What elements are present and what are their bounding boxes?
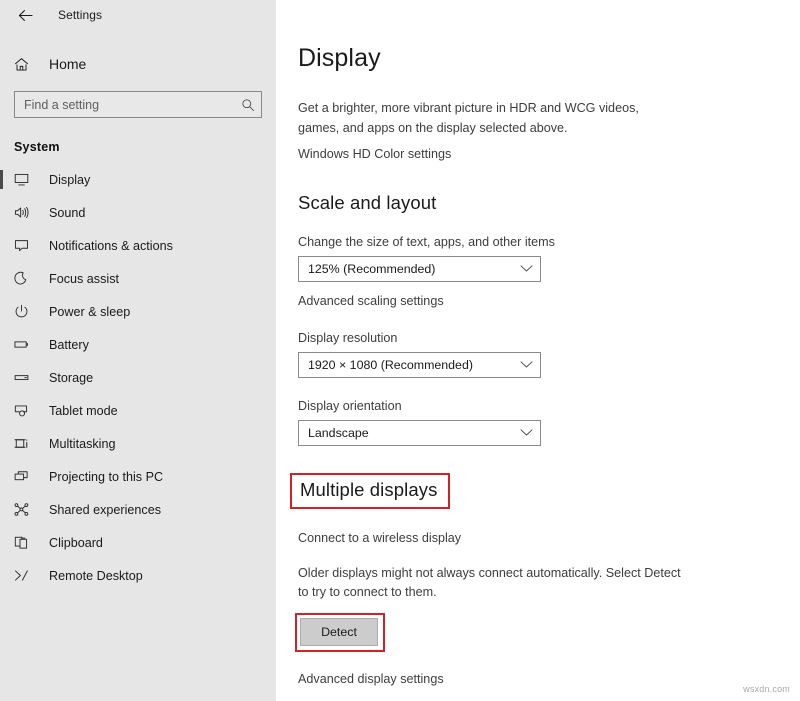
sidebar-item-focus-assist[interactable]: Focus assist	[0, 262, 276, 295]
sidebar-item-tablet-mode[interactable]: Tablet mode	[0, 394, 276, 427]
sidebar-item-battery-label: Battery	[49, 337, 89, 352]
app-title: Settings	[58, 8, 103, 22]
sidebar-item-clipboard[interactable]: Clipboard	[0, 526, 276, 559]
sidebar-item-power-sleep[interactable]: Power & sleep	[0, 295, 276, 328]
settings-window: Settings Home System	[0, 0, 800, 701]
orientation-label: Display orientation	[298, 398, 402, 413]
multitasking-icon	[14, 436, 36, 451]
sidebar-nav-list: Display Sound Notifications & actions Fo…	[0, 163, 276, 592]
sidebar-item-sound[interactable]: Sound	[0, 196, 276, 229]
search-input[interactable]	[24, 97, 241, 112]
advanced-scaling-settings-link[interactable]: Advanced scaling settings	[298, 294, 444, 308]
home-icon	[14, 57, 36, 72]
resolution-dropdown[interactable]: 1920 × 1080 (Recommended)	[298, 351, 541, 378]
sidebar-item-remote-desktop[interactable]: Remote Desktop	[0, 559, 276, 592]
remote-desktop-icon	[14, 568, 36, 583]
search-icon[interactable]	[241, 98, 255, 112]
sidebar-item-home-label: Home	[49, 56, 87, 72]
multiple-displays-heading: Multiple displays	[300, 478, 438, 500]
storage-icon	[14, 370, 36, 385]
sidebar-item-notifications-label: Notifications & actions	[49, 238, 173, 253]
sidebar-item-focus-assist-label: Focus assist	[49, 271, 119, 286]
sidebar-item-storage[interactable]: Storage	[0, 361, 276, 394]
battery-icon	[14, 337, 36, 352]
page-title: Display	[298, 44, 381, 72]
sidebar-item-multitasking[interactable]: Multitasking	[0, 427, 276, 460]
watermark: wsxdn.com	[743, 684, 790, 694]
sidebar-item-multitasking-label: Multitasking	[49, 436, 116, 451]
chevron-down-icon	[520, 360, 533, 369]
sidebar-item-display[interactable]: Display	[0, 163, 276, 196]
sidebar-item-projecting-label: Projecting to this PC	[49, 469, 164, 484]
title-bar: Settings	[0, 0, 276, 30]
sidebar-item-remote-desktop-label: Remote Desktop	[49, 568, 143, 583]
orientation-dropdown[interactable]: Landscape	[298, 419, 541, 446]
sidebar-group-title: System	[14, 140, 60, 154]
detect-button[interactable]: Detect	[300, 617, 378, 646]
scale-dropdown-value: 125% (Recommended)	[308, 261, 436, 276]
moon-icon	[14, 271, 36, 286]
notification-icon	[14, 238, 36, 253]
clipboard-icon	[14, 535, 36, 550]
advanced-display-settings-link[interactable]: Advanced display settings	[298, 672, 800, 686]
scale-label: Change the size of text, apps, and other…	[298, 234, 555, 249]
tablet-icon	[14, 403, 36, 418]
sidebar-item-tablet-mode-label: Tablet mode	[49, 403, 118, 418]
sidebar-item-sound-label: Sound	[49, 205, 86, 220]
scale-dropdown[interactable]: 125% (Recommended)	[298, 255, 541, 282]
resolution-label: Display resolution	[298, 330, 398, 345]
chevron-down-icon	[520, 428, 533, 437]
sidebar-item-shared-experiences[interactable]: Shared experiences	[0, 493, 276, 526]
monitor-icon	[14, 172, 36, 187]
connect-wireless-display-link[interactable]: Connect to a wireless display	[298, 531, 461, 545]
orientation-dropdown-value: Landscape	[308, 425, 369, 440]
detect-button-highlight-box: Detect	[295, 612, 385, 652]
sidebar-item-battery[interactable]: Battery	[0, 328, 276, 361]
detect-paragraph: Older displays might not always connect …	[298, 565, 681, 600]
scale-and-layout-heading: Scale and layout	[298, 191, 437, 213]
sidebar-item-display-label: Display	[49, 172, 91, 187]
multiple-displays-highlight-box: Multiple displays	[290, 472, 451, 509]
windows-hd-color-settings-link[interactable]: Windows HD Color settings	[298, 147, 451, 161]
share-icon	[14, 502, 36, 517]
search-box[interactable]	[14, 91, 262, 118]
sidebar-item-shared-experiences-label: Shared experiences	[49, 502, 162, 517]
sidebar: Settings Home System	[0, 0, 276, 701]
resolution-dropdown-value: 1920 × 1080 (Recommended)	[308, 357, 473, 372]
chevron-down-icon	[520, 264, 533, 273]
sidebar-item-storage-label: Storage	[49, 370, 94, 385]
projecting-icon	[14, 469, 36, 484]
power-icon	[14, 304, 36, 319]
sidebar-item-home[interactable]: Home	[0, 49, 276, 79]
speaker-icon	[14, 205, 36, 220]
sidebar-item-projecting[interactable]: Projecting to this PC	[0, 460, 276, 493]
back-arrow-icon[interactable]	[12, 4, 38, 26]
main-content: Display Get a brighter, more vibrant pic…	[276, 0, 800, 701]
sidebar-item-power-sleep-label: Power & sleep	[49, 304, 131, 319]
hdr-description: Get a brighter, more vibrant picture in …	[298, 101, 639, 136]
sidebar-item-notifications[interactable]: Notifications & actions	[0, 229, 276, 262]
sidebar-item-clipboard-label: Clipboard	[49, 535, 103, 550]
